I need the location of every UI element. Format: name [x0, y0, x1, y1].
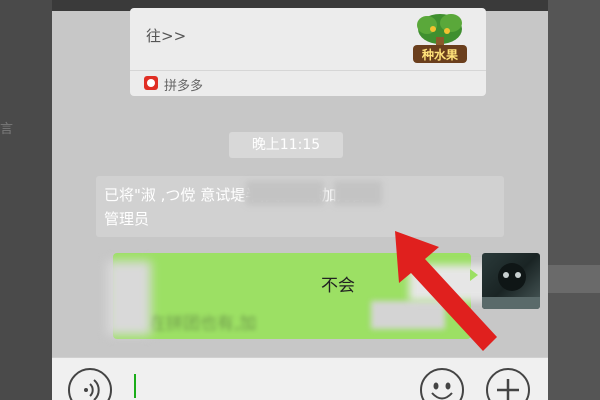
emoji-icon[interactable]	[420, 368, 464, 400]
input-bar	[52, 357, 548, 400]
plus-icon[interactable]	[486, 368, 530, 400]
message-line2: 在拼团也有,加	[149, 314, 257, 334]
shared-link-card[interactable]: 往>> 种水果 拼多多	[130, 8, 486, 96]
chat-window: 往>> 种水果 拼多多 晚上11:15 已将"淑 ,つ傥 意试堤半,天、 "添加…	[52, 0, 548, 400]
background-band	[548, 265, 600, 293]
redaction-blur	[107, 261, 151, 335]
background-left: 言	[0, 0, 52, 400]
text-input-caret[interactable]	[134, 374, 136, 398]
edge-text-fragment: 言	[0, 122, 14, 137]
card-source-label: 拼多多	[164, 79, 204, 94]
voice-icon[interactable]	[68, 368, 112, 400]
pinduoduo-heart-icon	[144, 76, 158, 90]
timestamp: 晚上11:15	[229, 132, 343, 158]
annotation-arrow	[395, 231, 497, 351]
card-link-text[interactable]: 往>>	[146, 25, 186, 46]
message-line1: 不会	[321, 276, 355, 296]
card-divider	[130, 70, 486, 71]
background-right	[548, 0, 600, 400]
fruit-tree-thumbnail: 种水果	[413, 14, 467, 63]
redaction-blur	[334, 181, 382, 205]
svg-text:种水果: 种水果	[421, 47, 458, 62]
redaction-blur	[246, 181, 324, 205]
